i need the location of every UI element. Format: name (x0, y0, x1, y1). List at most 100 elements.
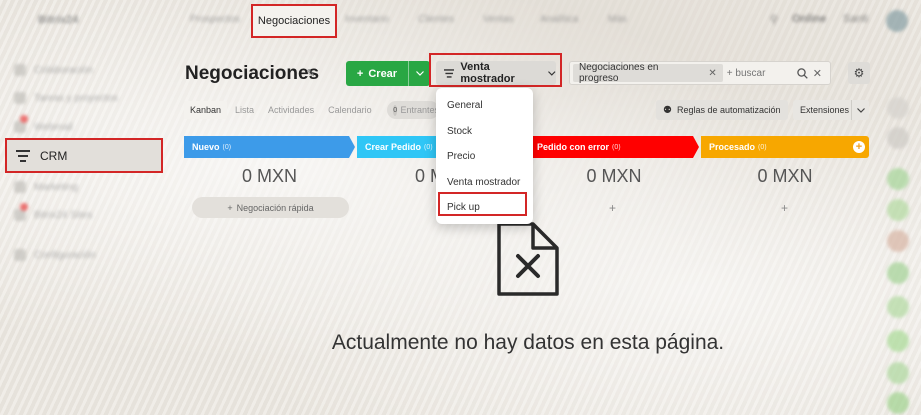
quick-deal-button[interactable]: + Negociación rápida (192, 197, 349, 218)
clear-icon[interactable]: ✕ (813, 67, 822, 80)
stage-header-pedido-con-error[interactable]: Pedido con error (0) (529, 136, 699, 158)
tab-calendario[interactable]: Calendario (322, 101, 378, 119)
sidebar-item-colaboracion[interactable]: Colaboración (14, 64, 93, 76)
incoming-label: Entrantes (400, 105, 439, 115)
sidebar-item-label: Tareas y proyectos (34, 92, 118, 104)
stage-name: Procesado (709, 142, 756, 152)
sidebar-item-marketing[interactable]: Marketing (14, 181, 78, 193)
quick-deal-label: Negociación rápida (236, 202, 314, 213)
stage-name: Pedido con error (537, 142, 610, 152)
sidebar-item-label: Colaboración (34, 64, 93, 76)
gear-icon: ⚙ (853, 66, 865, 80)
app-logo: Bitrix24 (38, 14, 79, 26)
automation-label: Reglas de automatización (676, 105, 781, 115)
sidebar-item-label: CRM (40, 148, 68, 163)
top-menu-item-prospectos[interactable]: Prospectos (190, 14, 240, 25)
add-stage-icon[interactable]: + (853, 141, 865, 153)
chat-icon (14, 64, 26, 76)
page-title: Negociaciones (185, 63, 320, 84)
menu-item-precio[interactable]: Precio (436, 144, 533, 170)
rail-icon[interactable] (887, 262, 909, 284)
notification-badge (20, 115, 28, 123)
close-icon[interactable]: ✕ (708, 68, 716, 79)
stage-count: (0) (222, 143, 232, 151)
search-input[interactable] (726, 67, 797, 79)
top-menu-item-inventario[interactable]: Inventario (345, 14, 389, 25)
stage-header-nuevo[interactable]: Nuevo (0) (184, 136, 355, 158)
create-label: Crear (368, 67, 398, 80)
extensions-button[interactable]: Extensiones (793, 100, 869, 120)
stage-name: Nuevo (192, 142, 220, 152)
create-main[interactable]: + Crear (346, 61, 408, 86)
robot-icon: ⚉ (663, 104, 672, 116)
sidebar-item-crm[interactable]: CRM (5, 138, 163, 173)
stage-name: Crear Pedido (365, 142, 422, 152)
top-search-icon[interactable]: ⚲ (770, 13, 778, 26)
user-name[interactable]: Santi (843, 13, 868, 25)
top-menu-item-analitica[interactable]: Analítica (540, 14, 578, 25)
funnel-icon (16, 149, 30, 162)
tab-actividades[interactable]: Actividades (262, 101, 320, 119)
sidebar-item-label: Configuración (34, 249, 96, 261)
avatar[interactable] (886, 10, 908, 32)
stage-count: (0) (612, 143, 621, 151)
rail-icon[interactable] (887, 392, 909, 414)
notification-badge (20, 203, 28, 211)
search-actions: ✕ (797, 67, 822, 80)
extensions-label: Extensiones (800, 105, 850, 115)
stage-count: (0) (758, 143, 767, 151)
top-menu-item-ventas[interactable]: Ventas (483, 14, 514, 25)
settings-icon (14, 249, 26, 261)
stage-count: (0) (424, 143, 433, 151)
rail-icon[interactable] (887, 168, 909, 190)
marketing-icon (14, 181, 26, 193)
chevron-down-icon[interactable] (851, 100, 869, 120)
automation-rules-button[interactable]: ⚉ Reglas de automatización (656, 100, 788, 120)
sidebar-item-label: Marketing (34, 181, 78, 193)
stage-sum: 0 MXN (241, 166, 297, 186)
top-menu-item-mas[interactable]: Más (608, 14, 627, 25)
chevron-down-icon[interactable] (408, 61, 430, 86)
sidebar-item-tareas[interactable]: Tareas y proyectos (14, 92, 118, 104)
rail-icon[interactable] (887, 362, 909, 384)
rail-icon[interactable] (887, 230, 909, 252)
rail-icon[interactable] (887, 199, 909, 221)
empty-state-message: Actualmente no hay datos en esta página. (331, 331, 725, 354)
empty-document-icon (497, 222, 559, 296)
incoming-count: 0 (393, 104, 398, 116)
rail-icon[interactable] (887, 330, 909, 352)
top-bar: Bitrix24 Prospectos Inventario Clientes … (0, 0, 921, 42)
tab-lista[interactable]: Lista (229, 101, 260, 119)
sidebar-item-sites[interactable]: Bitrix24 Sites (14, 209, 92, 221)
plus-icon: + (227, 202, 233, 213)
highlight-funnel-selector (429, 53, 562, 87)
settings-button[interactable]: ⚙ (848, 62, 870, 84)
rail-icon[interactable] (887, 296, 909, 318)
search-icon[interactable] (797, 67, 808, 79)
top-menu-item-negociaciones[interactable]: Negociaciones (251, 4, 337, 38)
menu-item-general[interactable]: General (436, 93, 533, 119)
sidebar-item-label: Webmail (34, 121, 73, 133)
plus-icon: + (356, 67, 364, 80)
stage-sum: 0 MXN (757, 166, 813, 186)
rail-icon[interactable] (887, 97, 909, 119)
create-button[interactable]: + Crear (346, 61, 430, 86)
incoming-counter[interactable]: 0 Entrantes (387, 101, 439, 119)
sidebar-item-configuracion[interactable]: Configuración (14, 249, 96, 261)
filter-search-box[interactable]: Negociaciones en progreso ✕ ✕ (569, 61, 831, 85)
view-tabs: Kanban Lista Actividades Calendario (184, 100, 378, 120)
filter-chip[interactable]: Negociaciones en progreso ✕ (573, 62, 723, 84)
online-status: Online (792, 13, 827, 25)
tasks-icon (14, 92, 26, 104)
top-menu-item-clientes[interactable]: Clientes (418, 14, 454, 25)
tab-kanban[interactable]: Kanban (184, 101, 228, 119)
filter-chip-label: Negociaciones en progreso (579, 62, 659, 84)
menu-item-stock[interactable]: Stock (436, 119, 533, 145)
rail-icon[interactable] (887, 127, 909, 149)
stage-header-procesado[interactable]: Procesado (0) (701, 136, 869, 158)
add-deal-icon[interactable]: + (609, 201, 616, 215)
add-deal-icon[interactable]: + (781, 201, 788, 215)
highlight-pick-up (438, 192, 527, 216)
sidebar-item-label: Bitrix24 Sites (34, 209, 93, 221)
pin-icon[interactable]: ✎ (306, 67, 315, 80)
